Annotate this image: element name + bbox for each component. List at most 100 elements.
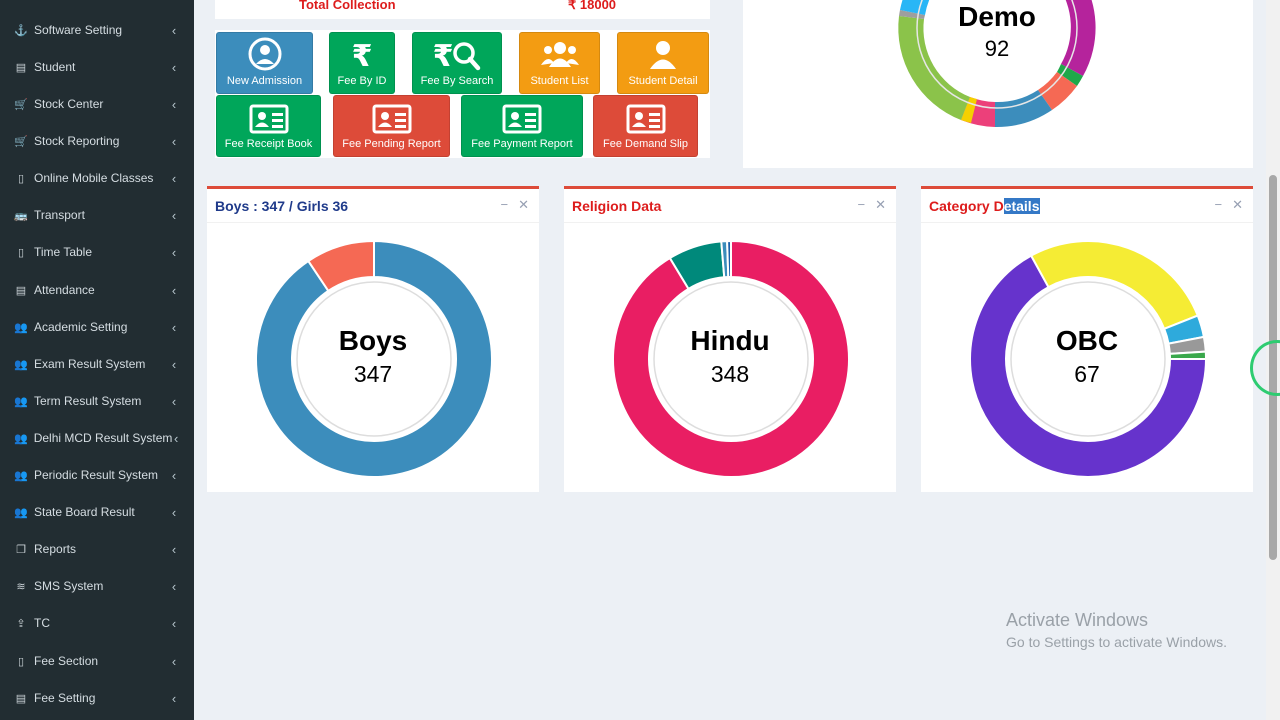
sidebar-item-label: Stock Reporting (34, 134, 120, 148)
chevron-left-icon: ‹ (171, 467, 177, 483)
student-detail-button[interactable]: Student Detail (617, 32, 709, 94)
sidebar-item-delhi-mcd-result-system[interactable]: 👥 Delhi MCD Result System ‹ (0, 421, 194, 455)
minimize-icon[interactable]: − (858, 197, 866, 212)
chevron-left-icon: ‹ (171, 690, 177, 706)
close-icon[interactable]: ✕ (518, 197, 529, 212)
sidebar-item-student[interactable]: ▤ Student ‹ (0, 50, 194, 84)
chevron-left-icon: ‹ (171, 96, 177, 112)
chevron-left-icon: ‹ (171, 59, 177, 75)
cart-icon: 🛒 (14, 98, 28, 111)
category-panel-title: Category Details (929, 198, 1040, 214)
sidebar-item-label: Transport (34, 208, 85, 222)
fee-by-search-button[interactable]: ₹ Fee By Search (412, 32, 502, 94)
sidebar-item-fee-setting[interactable]: ▤ Fee Setting ‹ (0, 681, 194, 715)
close-icon[interactable]: ✕ (875, 197, 886, 212)
chevron-left-icon: ‹ (171, 170, 177, 186)
sidebar-item-academic-setting[interactable]: 👥 Academic Setting ‹ (0, 310, 194, 344)
sidebar-item-label: Fee Setting (34, 691, 96, 705)
chevron-left-icon: ‹ (171, 22, 177, 38)
donut-inner-ring (653, 281, 809, 437)
panel-tools: − ✕ (491, 197, 530, 213)
fee-receipt-book-button[interactable]: Fee Receipt Book (216, 95, 321, 157)
chevron-left-icon: ‹ (171, 244, 177, 260)
gender-center-title: Boys (338, 325, 408, 356)
fee-by-id-button[interactable]: ₹ Fee By ID (329, 32, 395, 94)
new-admission-button[interactable]: New Admission (216, 32, 313, 94)
fee-demand-slip-button[interactable]: Fee Demand Slip (593, 95, 698, 157)
users-icon: 👥 (14, 358, 28, 371)
user-icon (650, 41, 676, 69)
total-collection-value: ₹ 18000 (568, 0, 617, 12)
sidebar-item-label: TC (34, 616, 50, 630)
bus-icon: 🚌 (14, 209, 28, 222)
religion-center-value: 348 (710, 361, 750, 387)
religion-panel-title: Religion Data (572, 198, 662, 214)
religion-center-title: Hindu (690, 325, 770, 356)
chevron-left-icon: ‹ (171, 541, 177, 557)
panel-header: Religion Data − ✕ (564, 189, 896, 223)
sidebar-item-sms-system[interactable]: ≋ SMS System ‹ (0, 569, 194, 603)
sidebar-item-transport[interactable]: 🚌 Transport ‹ (0, 198, 194, 232)
total-collection-row: Total Collection ₹ 18000 (215, 0, 710, 19)
sidebar-item-state-board-result[interactable]: 👥 State Board Result ‹ (0, 495, 194, 529)
sidebar-item-periodic-result-system[interactable]: 👥 Periodic Result System ‹ (0, 458, 194, 492)
student-list-label: Student List (530, 75, 589, 87)
users-icon: 👥 (14, 506, 28, 519)
activate-windows-watermark: Activate Windows Go to Settings to activ… (1006, 610, 1227, 650)
wifi-icon: ≋ (16, 580, 26, 593)
minimize-icon[interactable]: − (1215, 197, 1223, 212)
users-icon: 👥 (14, 395, 28, 408)
sidebar-item-term-result-system[interactable]: 👥 Term Result System ‹ (0, 384, 194, 418)
user-circle-icon (248, 37, 281, 71)
sidebar-item-online-mobile-classes[interactable]: ▯ Online Mobile Classes ‹ (0, 161, 194, 195)
category-title-text: Category D (929, 198, 1004, 214)
chevron-left-icon: ‹ (171, 133, 177, 149)
chevron-left-icon: ‹ (171, 356, 177, 372)
student-list-button[interactable]: Student List (519, 32, 600, 94)
sidebar-item-label: Academic Setting (34, 320, 128, 334)
chevron-left-icon: ‹ (171, 207, 177, 223)
donut-inner-ring (296, 281, 452, 437)
demo-donut-chart: Demo 92 (898, 0, 1096, 128)
close-icon[interactable]: ✕ (1232, 197, 1243, 212)
demo-center-value: 92 (985, 36, 1009, 61)
sidebar-item-label: Periodic Result System (34, 468, 159, 482)
sidebar-item-tc[interactable]: ⇪ TC ‹ (0, 606, 194, 640)
category-panel: Category Details − ✕ OBC 67 (921, 186, 1253, 492)
chevron-left-icon: ‹ (171, 504, 177, 520)
sidebar-item-label: Reports (34, 542, 77, 556)
gender-donut-chart (255, 239, 493, 478)
chevron-left-icon: ‹ (171, 319, 177, 335)
sidebar-item-label: Time Table (34, 245, 93, 259)
sidebar-item-label: Term Result System (34, 394, 142, 408)
student-detail-label: Student Detail (628, 75, 698, 87)
id-card-icon: ▤ (15, 692, 27, 705)
svg-text:₹: ₹ (352, 39, 373, 71)
sidebar-item-attendance[interactable]: ▤ Attendance ‹ (0, 273, 194, 307)
mobile-icon: ▯ (17, 655, 25, 668)
sidebar-item-software-setting[interactable]: ⚓ Software Setting ‹ (0, 13, 194, 47)
minimize-icon[interactable]: − (501, 197, 509, 212)
donut-slice[interactable] (1029, 240, 1200, 331)
sidebar-item-label: State Board Result (34, 505, 135, 519)
sidebar-item-stock-reporting[interactable]: 🛒 Stock Reporting ‹ (0, 124, 194, 158)
religion-donut-chart (612, 239, 850, 478)
gender-panel-title: Boys : 347 / Girls 36 (215, 198, 349, 214)
sidebar-item-label: Student (34, 60, 76, 74)
cart-icon: 🛒 (14, 135, 28, 148)
anchor-icon: ⚓ (14, 24, 28, 37)
fee-pending-report-button[interactable]: Fee Pending Report (333, 95, 450, 157)
sidebar-item-stock-center[interactable]: 🛒 Stock Center ‹ (0, 87, 194, 121)
sidebar-item-exam-result-system[interactable]: 👥 Exam Result System ‹ (0, 347, 194, 381)
category-center-title: OBC (1055, 325, 1119, 356)
fee-by-id-label: Fee By ID (337, 75, 387, 87)
sidebar-item-time-table[interactable]: ▯ Time Table ‹ (0, 235, 194, 269)
sidebar-item-label: Fee Section (34, 654, 99, 668)
fee-payment-report-button[interactable]: Fee Payment Report (461, 95, 583, 157)
users-icon: 👥 (14, 432, 28, 445)
donut-slice[interactable] (726, 239, 732, 279)
panel-tools: − ✕ (1205, 197, 1244, 213)
sidebar-item-fee-section[interactable]: ▯ Fee Section ‹ (0, 644, 194, 678)
svg-text:₹: ₹ (433, 39, 454, 71)
sidebar-item-reports[interactable]: ❐ Reports ‹ (0, 532, 194, 566)
